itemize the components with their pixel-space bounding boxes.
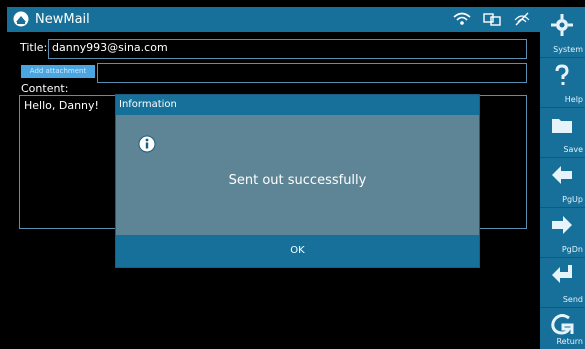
- sidebar-label-system: System: [553, 45, 583, 54]
- dialog-body: Sent out successfully: [116, 115, 479, 235]
- attachment-field[interactable]: [97, 63, 527, 83]
- title-field[interactable]: danny993@sina.com: [48, 39, 527, 59]
- gear-icon: [551, 14, 573, 36]
- mail-icon: [13, 11, 29, 27]
- sidebar-item-help[interactable]: Help: [540, 57, 585, 108]
- status-icons: [452, 10, 532, 28]
- folder-icon: [552, 119, 572, 133]
- network-icon: [483, 13, 501, 26]
- sidebar-label-pgdn: PgDn: [561, 245, 583, 254]
- content-label: Content:: [21, 82, 69, 95]
- add-attachment-button[interactable]: Add attachment: [21, 65, 95, 78]
- dialog-message: Sent out successfully: [228, 173, 367, 188]
- title-label: Title:: [20, 41, 48, 54]
- arrow-left-icon: [552, 166, 572, 184]
- sidebar-item-system[interactable]: System: [540, 7, 585, 58]
- sidebar-label-pgup: PgUp: [562, 195, 583, 204]
- sidebar-item-pgdn[interactable]: PgDn: [540, 207, 585, 258]
- sidebar-item-send[interactable]: Send: [540, 257, 585, 308]
- right-sidebar: System Help Save PgUp PgDn Send Return: [540, 7, 585, 349]
- return-arrow-icon: [552, 265, 572, 283]
- dialog-title: Information: [116, 95, 479, 115]
- information-dialog: Information Sent out successfully OK: [116, 95, 479, 267]
- content-text: Hello, Danny!: [24, 99, 99, 112]
- signal-icon: [514, 12, 530, 26]
- app-title: NewMail: [35, 12, 90, 27]
- return-icon: [551, 314, 574, 335]
- info-icon: [138, 135, 156, 153]
- ok-button[interactable]: OK: [266, 241, 329, 261]
- sidebar-label-send: Send: [562, 295, 583, 304]
- sidebar-label-save: Save: [563, 145, 583, 154]
- arrow-right-icon: [552, 216, 572, 234]
- dialog-footer: OK: [116, 235, 479, 267]
- wifi-icon: [453, 12, 471, 25]
- question-icon: [555, 64, 569, 85]
- app-window: NewMail Title: danny993@sina.com Add att…: [0, 0, 585, 349]
- sidebar-item-pgup[interactable]: PgUp: [540, 157, 585, 208]
- title-bar: NewMail: [7, 7, 540, 32]
- sidebar-label-return: Return: [556, 337, 583, 346]
- sidebar-item-save[interactable]: Save: [540, 107, 585, 158]
- sidebar-label-help: Help: [564, 95, 583, 104]
- sidebar-item-return[interactable]: Return: [540, 307, 585, 349]
